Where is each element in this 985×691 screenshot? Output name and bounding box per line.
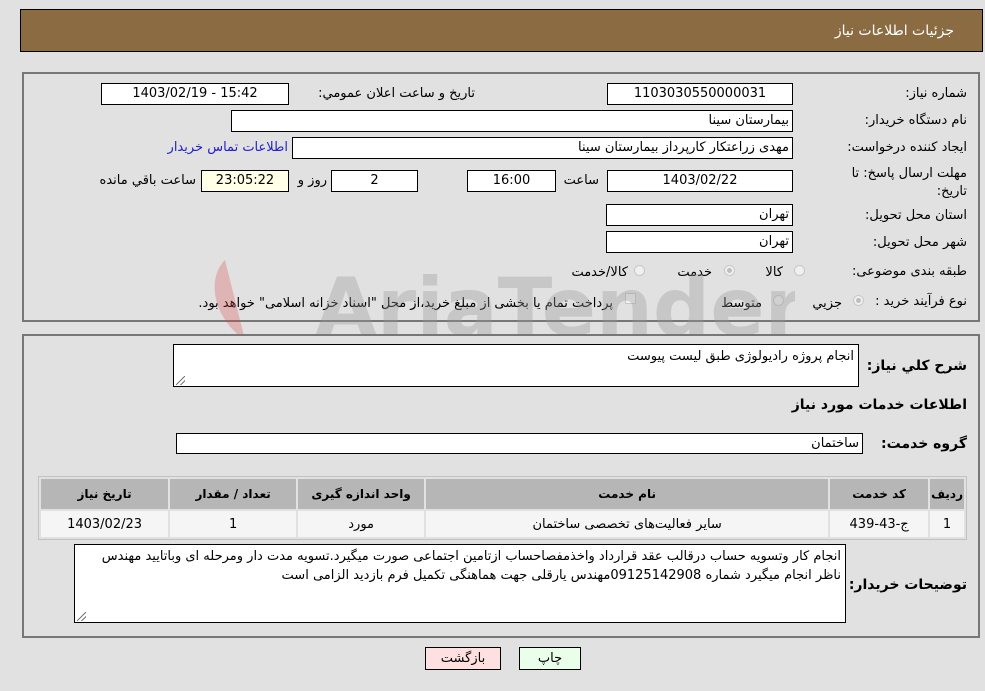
col-unit: واحد اندازه گیری — [298, 479, 425, 509]
category-goods-radio[interactable] — [794, 265, 805, 276]
buyer-notes-textarea[interactable]: انجام کار وتسویه حساب درقالب عقد قرارداد… — [74, 544, 846, 623]
creator-field[interactable]: مهدی زراعتکار کارپرداز بیمارستان سینا — [292, 137, 793, 159]
days-remaining-field[interactable]: 2 — [331, 170, 418, 192]
summary-textarea[interactable]: انجام پروژه رادیولوژی طبق لیست پیوست — [173, 344, 859, 387]
treasury-note: پرداخت تمام یا بخشی از مبلغ خرید،از محل … — [198, 296, 613, 311]
buyer-notes-text: انجام کار وتسویه حساب درقالب عقد قرارداد… — [101, 549, 841, 583]
buyer-contact-link[interactable]: اطلاعات تماس خریدار — [168, 140, 288, 155]
print-button[interactable]: چاپ — [519, 647, 581, 670]
creator-label: ایجاد کننده درخواست: — [847, 140, 967, 155]
cell-quantity: 1 — [170, 511, 297, 537]
process-minor-label: جزيي — [812, 296, 842, 311]
category-goods-label: کالا — [765, 265, 783, 280]
announce-label: تاریخ و ساعت اعلان عمومي: — [318, 86, 475, 101]
days-label: روز و — [297, 173, 327, 188]
remaining-time-label: ساعت باقي مانده — [99, 173, 196, 188]
buyer-org-field[interactable]: بیمارستان سینا — [231, 110, 793, 132]
col-service-code: کد خدمت — [830, 479, 929, 509]
table-header-row: ردیف کد خدمت نام خدمت واحد اندازه گیری ت… — [41, 479, 964, 509]
resize-handle-icon[interactable] — [77, 612, 86, 621]
cell-service-name: سایر فعالیت‌های تخصصی ساختمان — [426, 511, 829, 537]
cell-service-code: ج-43-439 — [830, 511, 929, 537]
back-button[interactable]: بازگشت — [425, 647, 501, 670]
category-label: طبقه بندی موضوعی: — [851, 264, 967, 279]
category-service-label: خدمت — [677, 265, 712, 280]
buyer-org-label: نام دستگاه خریدار: — [864, 113, 967, 128]
city-label: شهر محل تحویل: — [872, 235, 967, 250]
cell-row-number: 1 — [930, 511, 964, 537]
category-service-radio[interactable] — [724, 265, 735, 276]
table-row: 1 ج-43-439 سایر فعالیت‌های تخصصی ساختمان… — [41, 511, 964, 537]
col-quantity: تعداد / مقدار — [170, 479, 297, 509]
province-label: استان محل تحویل: — [865, 208, 967, 223]
services-table: ردیف کد خدمت نام خدمت واحد اندازه گیری ت… — [38, 476, 967, 540]
cell-unit: مورد — [298, 511, 425, 537]
page-header: جزئیات اطلاعات نیاز — [20, 9, 983, 52]
page-title: جزئیات اطلاعات نیاز — [834, 23, 954, 39]
announce-datetime-field[interactable]: 1403/02/19 - 15:42 — [101, 83, 289, 105]
summary-label: شرح کلي نیاز: — [866, 358, 967, 374]
deadline-label: مهلت ارسال پاسخ: تا تاریخ: — [851, 166, 967, 199]
summary-text: انجام پروژه رادیولوژی طبق لیست پیوست — [627, 349, 854, 364]
category-goods-service-radio[interactable] — [634, 265, 645, 276]
treasury-checkbox[interactable] — [625, 293, 636, 304]
service-group-field[interactable]: ساختمان — [176, 433, 863, 454]
buyer-notes-label: توضیحات خریدار: — [848, 577, 967, 593]
col-row-number: ردیف — [930, 479, 964, 509]
deadline-date-field[interactable]: 1403/02/22 — [607, 170, 793, 192]
deadline-time-field[interactable]: 16:00 — [467, 170, 556, 192]
process-minor-radio[interactable] — [853, 295, 864, 306]
need-number-label: شماره نیاز: — [905, 86, 967, 101]
process-label: نوع فرآیند خرید : — [875, 294, 967, 309]
province-field[interactable]: تهران — [606, 204, 793, 226]
process-medium-radio[interactable] — [773, 295, 784, 306]
process-medium-label: متوسط — [721, 296, 762, 311]
cell-need-date: 1403/02/23 — [41, 511, 169, 537]
city-field[interactable]: تهران — [606, 231, 793, 253]
service-group-label: گروه خدمت: — [881, 436, 967, 452]
deadline-time-label: ساعت — [563, 173, 599, 188]
col-need-date: تاریخ نیاز — [41, 479, 169, 509]
category-goods-service-label: کالا/خدمت — [571, 265, 628, 280]
remaining-time-field: 23:05:22 — [201, 170, 289, 192]
resize-handle-icon[interactable] — [176, 376, 185, 385]
need-number-field[interactable]: 1103030550000031 — [607, 83, 793, 105]
services-section-title: اطلاعات خدمات مورد نیاز — [791, 397, 967, 413]
col-service-name: نام خدمت — [426, 479, 829, 509]
